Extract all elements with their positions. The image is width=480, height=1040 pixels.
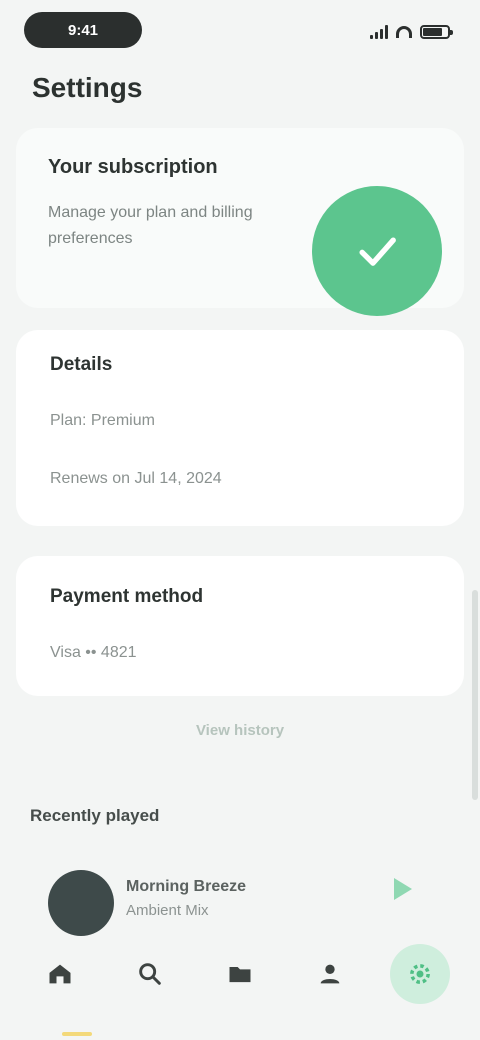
page-title: Settings bbox=[32, 72, 143, 103]
nav-search[interactable] bbox=[120, 944, 180, 1004]
nav-library[interactable] bbox=[210, 944, 270, 1004]
payment-card[interactable]: Payment method Visa •• 4821 bbox=[16, 556, 464, 696]
mini-player[interactable]: Morning Breeze Ambient Mix bbox=[36, 860, 446, 946]
payment-method: Visa •• 4821 bbox=[50, 644, 137, 661]
nav-settings[interactable] bbox=[390, 944, 450, 1004]
wifi-icon bbox=[396, 26, 412, 38]
track-subtitle: Ambient Mix bbox=[126, 902, 209, 919]
nav-profile[interactable] bbox=[300, 944, 360, 1004]
album-art bbox=[48, 870, 114, 936]
search-icon bbox=[139, 963, 161, 985]
nav-home[interactable] bbox=[30, 944, 90, 1004]
section-title: Recently played bbox=[30, 806, 160, 825]
payment-heading: Payment method bbox=[50, 586, 204, 607]
status-bar: 9:41 bbox=[0, 0, 480, 64]
details-plan: Plan: Premium bbox=[50, 412, 155, 429]
user-icon bbox=[320, 964, 340, 984]
details-renewal: Renews on Jul 14, 2024 bbox=[50, 470, 222, 487]
scrollbar[interactable] bbox=[472, 590, 478, 800]
status-icons bbox=[370, 22, 453, 42]
check-icon bbox=[312, 186, 442, 316]
details-heading: Details bbox=[50, 354, 113, 375]
bottom-nav bbox=[30, 944, 450, 1004]
view-history-link[interactable]: View history bbox=[0, 722, 480, 739]
subscription-title: Your subscription bbox=[48, 156, 218, 178]
status-time: 9:41 bbox=[24, 12, 142, 48]
home-icon bbox=[49, 964, 71, 984]
subscription-card[interactable]: Your subscription Manage your plan and b… bbox=[16, 128, 464, 316]
details-card[interactable]: Details Plan: Premium Renews on Jul 14, … bbox=[16, 330, 464, 526]
battery-icon bbox=[420, 25, 453, 39]
folder-icon bbox=[229, 967, 251, 983]
subscription-description: Manage your plan and billing preferences bbox=[48, 204, 253, 247]
play-icon[interactable] bbox=[394, 878, 412, 900]
signal-icon bbox=[370, 25, 388, 39]
home-indicator bbox=[62, 1032, 92, 1036]
gear-icon bbox=[410, 964, 430, 984]
track-title: Morning Breeze bbox=[126, 878, 247, 895]
